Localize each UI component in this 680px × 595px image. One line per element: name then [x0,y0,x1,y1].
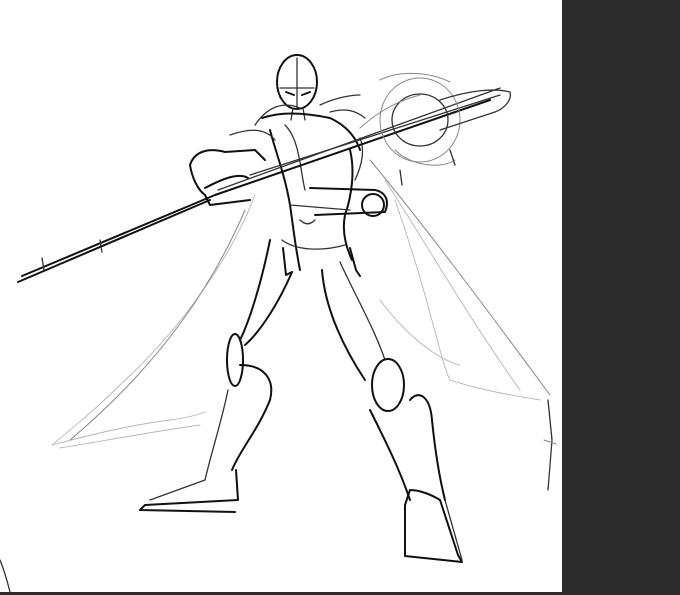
cape-left-strokes [51,194,256,449]
weapon-spear [17,72,511,283]
figure-torso [254,94,366,277]
corner-stroke [0,559,11,592]
drawing-canvas[interactable] [0,0,562,592]
figure-head [276,54,318,121]
cape-right-strokes [369,159,557,491]
figure-legs [139,239,463,563]
sketch-artwork [0,54,557,592]
right-side-panel [562,0,680,595]
